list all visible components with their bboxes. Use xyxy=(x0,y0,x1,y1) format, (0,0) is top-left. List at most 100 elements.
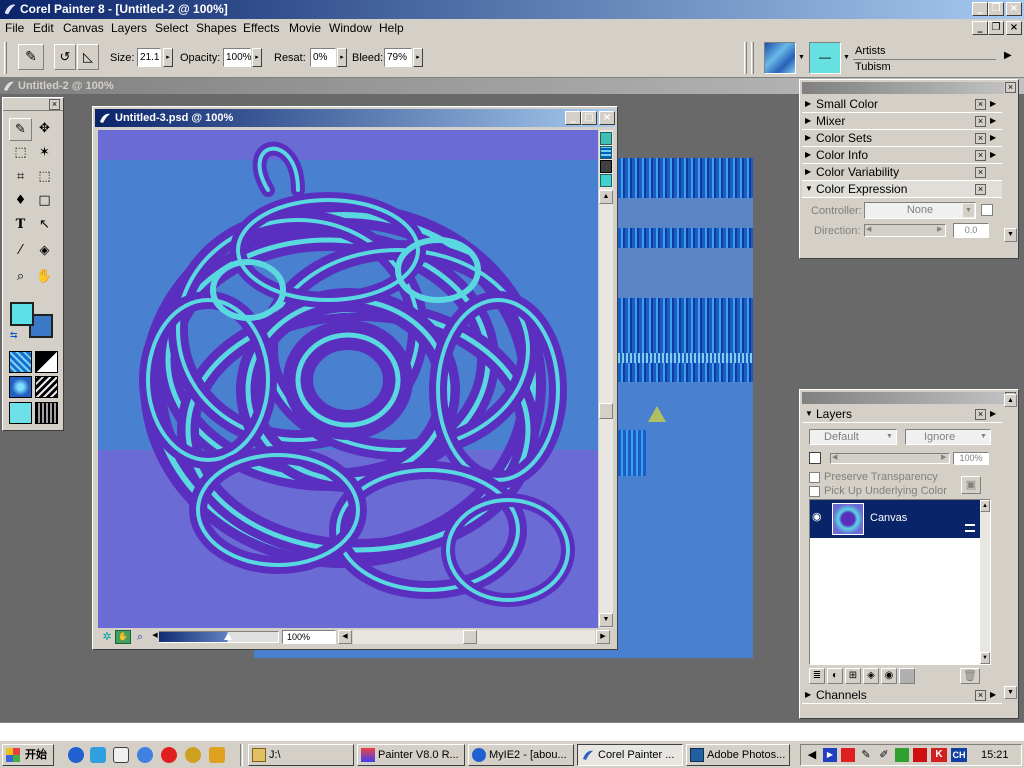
layer-list-scroll-down-icon[interactable]: ▼ xyxy=(980,652,990,664)
task-myie2[interactable]: MyIE2 - [abou... xyxy=(468,744,574,766)
layer-opacity-right-arrow-icon[interactable]: ▶ xyxy=(941,453,946,461)
layers-panel-scroll-down-icon[interactable]: ▼ xyxy=(1004,686,1017,699)
direction-left-arrow-icon[interactable]: ◀ xyxy=(866,225,871,233)
clock[interactable]: 15:21 xyxy=(981,749,1009,761)
toolbox-close-icon[interactable]: × xyxy=(49,99,60,110)
grabber-status-icon[interactable]: ✋ xyxy=(115,630,131,644)
pen-tray-icon[interactable]: ✎ xyxy=(859,748,873,762)
brush-icon[interactable]: ✎ xyxy=(18,44,44,70)
panel-close-icon[interactable]: × xyxy=(975,690,986,701)
brush-variant-dropdown[interactable]: ▼ xyxy=(842,42,851,74)
bleed-field[interactable]: 79% xyxy=(384,48,412,67)
document-vertical-scrollbar[interactable]: ▲ ▼ xyxy=(599,130,613,628)
dynamic-plugins-icon[interactable]: ◐ xyxy=(827,668,843,684)
dropper-tool-icon[interactable]: ⁄ xyxy=(9,240,32,263)
direction-slider[interactable]: ◀ ▶ xyxy=(864,224,946,237)
panel-channels-header[interactable]: ▶ Channels × ▶ xyxy=(802,687,1002,704)
bleed-spinner[interactable]: ▸ xyxy=(413,48,423,67)
panel-close-icon[interactable]: × xyxy=(975,409,986,420)
direction-field[interactable]: 0.0 xyxy=(953,223,989,238)
nozzle-selector-icon[interactable] xyxy=(35,402,58,424)
brush-category-dropdown[interactable]: ▼ xyxy=(797,42,806,74)
zoom-slider-thumb[interactable] xyxy=(224,633,232,640)
panel-close-icon[interactable]: × xyxy=(975,167,986,178)
disabled-layer-button[interactable] xyxy=(899,668,915,684)
layers-panel-scroll-up-icon[interactable]: ▲ xyxy=(1004,394,1017,407)
layer-opacity-left-arrow-icon[interactable]: ◀ xyxy=(832,453,837,461)
brush-selector-grip[interactable] xyxy=(744,42,747,74)
color-panels-scroll-down-icon[interactable]: ▼ xyxy=(1004,228,1017,242)
panel-close-icon[interactable]: × xyxy=(975,184,986,195)
opacity-spinner[interactable]: ▸ xyxy=(252,48,262,67)
panel-color-variability[interactable]: ▶ Color Variability × xyxy=(802,164,1002,181)
app-quicklaunch-icon[interactable] xyxy=(209,747,225,763)
panel-menu-icon[interactable]: ▶ xyxy=(990,687,996,703)
magic-wand-tool-icon[interactable]: ✶ xyxy=(33,142,56,165)
network-icon[interactable] xyxy=(895,748,909,762)
layer-mask-icon[interactable]: ◈ xyxy=(863,668,879,684)
flashget-quicklaunch-icon[interactable] xyxy=(161,747,177,763)
look-selector-icon[interactable] xyxy=(9,402,32,424)
preserve-transparency-checkbox[interactable] xyxy=(809,472,820,483)
pen-tool-icon[interactable]: ♦ xyxy=(9,190,32,213)
menu-file[interactable]: File xyxy=(5,21,24,35)
weaving-selector-icon[interactable] xyxy=(35,376,58,398)
kingsoft-icon[interactable]: K xyxy=(931,748,947,762)
shape-selection-tool-icon[interactable]: ↖ xyxy=(33,214,56,237)
resat-spinner[interactable]: ▸ xyxy=(337,48,347,67)
grabber-tool-icon[interactable]: ✋ xyxy=(33,266,56,289)
layer-options-icon[interactable] xyxy=(965,524,975,532)
desktop-quicklaunch-icon[interactable] xyxy=(113,747,129,763)
new-layer-icon[interactable]: ⊞ xyxy=(845,668,861,684)
composite-method-dropdown-arrow-icon[interactable]: ▼ xyxy=(884,431,895,443)
scroll-left-arrow-icon[interactable]: ◀ xyxy=(338,630,352,644)
layer-commands-icon[interactable]: ≣ xyxy=(809,668,825,684)
scroll-up-arrow-icon[interactable]: ▲ xyxy=(599,190,613,204)
grip-handle[interactable] xyxy=(4,42,7,74)
volume-icon[interactable]: ◀ xyxy=(805,748,819,762)
zoom-slider[interactable]: ◀ xyxy=(151,631,279,643)
horizontal-scroll-track[interactable] xyxy=(353,630,595,644)
document-titlebar[interactable]: Untitled-3.psd @ 100% _ □ × xyxy=(95,109,615,127)
drawing-mode-icon[interactable] xyxy=(600,160,612,173)
menu-shapes[interactable]: Shapes xyxy=(196,21,237,35)
brush-variant-name[interactable]: Tubism xyxy=(855,61,891,73)
controller-dropdown-arrow-icon[interactable]: ▼ xyxy=(963,204,974,217)
invert-checkbox[interactable] xyxy=(981,204,993,216)
myie-quicklaunch-icon[interactable] xyxy=(137,747,153,763)
task-photoshop[interactable]: Adobe Photos... xyxy=(686,744,790,766)
brush-variant-icon[interactable]: — xyxy=(809,42,841,74)
grid-icon[interactable] xyxy=(600,132,612,145)
pattern-selector-icon[interactable] xyxy=(9,376,32,398)
panel-menu-icon[interactable]: ▶ xyxy=(990,113,996,129)
panel-small-color[interactable]: ▶ Small Color × ▶ xyxy=(802,96,1002,113)
pick-up-underlying-checkbox[interactable] xyxy=(809,486,820,497)
document-close-button[interactable]: × xyxy=(599,111,615,125)
delete-layer-trash-icon[interactable]: 🗑 xyxy=(960,668,980,684)
title-bar[interactable]: Corel Painter 8 - [Untitled-2 @ 100%] _ … xyxy=(0,0,1024,19)
brush-category-name[interactable]: Artists xyxy=(855,45,886,57)
reset-brush-icon[interactable]: ↺ xyxy=(54,44,76,70)
swap-colors-icon[interactable]: ⇆ xyxy=(10,330,18,341)
color-panels-titlebar[interactable] xyxy=(802,82,1004,94)
layer-opacity-field[interactable]: 100% xyxy=(953,452,989,465)
menu-help[interactable]: Help xyxy=(379,21,404,35)
zoom-slider-left-arrow[interactable]: ◀ xyxy=(151,631,159,643)
menu-layers[interactable]: Layers xyxy=(111,21,147,35)
panel-close-icon[interactable]: × xyxy=(975,116,986,127)
panel-mixer[interactable]: ▶ Mixer × ▶ xyxy=(802,113,1002,130)
text-tool-icon[interactable]: T xyxy=(9,214,32,237)
selection-adjuster-tool-icon[interactable]: ⬚ xyxy=(33,166,56,189)
ie-quicklaunch-icon[interactable] xyxy=(68,747,84,763)
panel-color-expression[interactable]: ▼ Color Expression × xyxy=(802,181,1002,198)
tracing-paper-icon[interactable] xyxy=(600,146,612,159)
magnifier-tool-icon[interactable]: ⌕ xyxy=(9,266,32,289)
rectangle-shape-tool-icon[interactable]: □ xyxy=(33,190,56,213)
layer-row-canvas[interactable]: ◉ Canvas xyxy=(810,500,980,538)
controller-select[interactable]: None xyxy=(864,202,976,219)
composite-depth-dropdown-arrow-icon[interactable]: ▼ xyxy=(978,431,989,443)
restore-button[interactable]: ❐ xyxy=(988,2,1004,16)
size-field[interactable]: 21.1 xyxy=(137,48,161,67)
layer-list-scrollbar[interactable]: ▲ ▼ xyxy=(980,500,990,664)
minimize-button[interactable]: _ xyxy=(972,2,988,16)
